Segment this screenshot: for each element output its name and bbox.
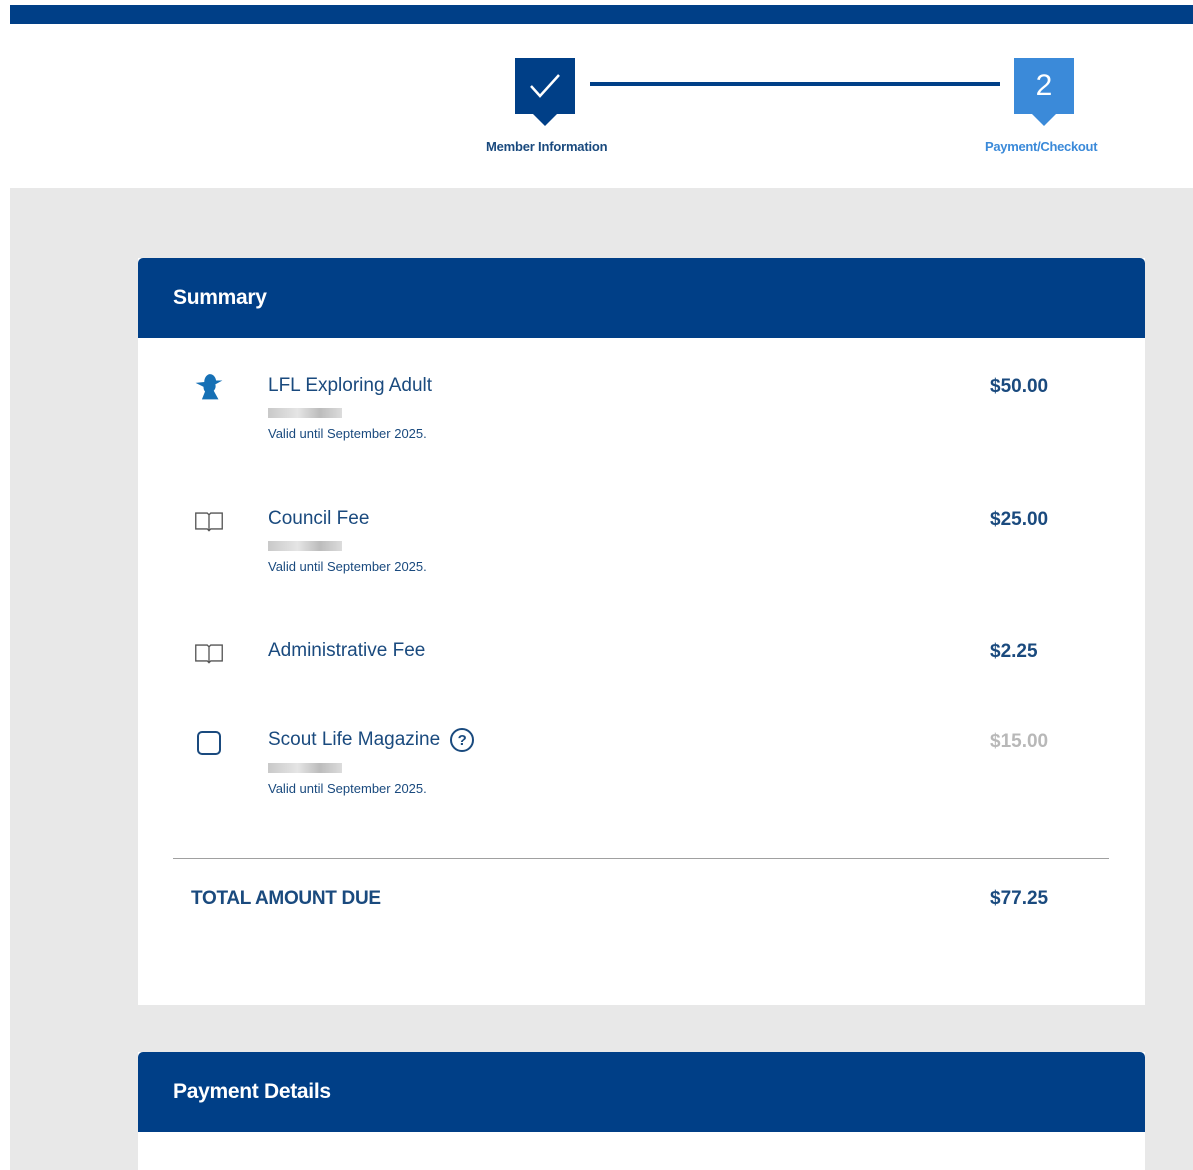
scout-silhouette-icon [194,373,224,400]
item-title-wrap: Scout Life Magazine ? [268,728,475,752]
payment-details-header: Payment Details [138,1052,1145,1132]
total-label: TOTAL AMOUNT DUE [191,888,381,909]
book-icon [194,640,224,666]
top-bar [0,0,1193,24]
item-valid: Valid until September 2025. [268,426,427,441]
summary-header: Summary [138,258,1145,338]
check-icon [530,74,560,98]
step-member-information[interactable] [515,58,575,126]
checkbox-box[interactable] [197,731,221,755]
item-price: $50.00 [990,376,1049,397]
page: 2 Member Information Payment/Checkout Su… [0,0,1193,1170]
item-price: $2.25 [990,641,1038,662]
item-sub-redacted [268,541,342,551]
item-price: $15.00 [990,731,1049,752]
item-title: Council Fee [268,508,370,529]
item-valid: Valid until September 2025. [268,781,427,796]
item-sub-redacted [268,408,342,418]
total-value: $77.25 [990,888,1049,909]
item-title: Administrative Fee [268,640,426,661]
step-label-payment-checkout[interactable]: Payment/Checkout [985,139,1098,154]
question-circle-icon[interactable]: ? [450,728,475,752]
item-price: $25.00 [990,509,1049,530]
item-title: LFL Exploring Adult [268,375,433,396]
item-title: Scout Life Magazine [268,729,441,750]
step-label-member-information[interactable]: Member Information [486,139,608,154]
top-bar-fill [10,5,1193,24]
magazine-checkbox[interactable] [194,730,224,756]
step-number: 2 [1035,69,1053,102]
stepper-connector [590,82,1000,86]
payment-details-card: Payment Details [138,1052,1145,1170]
summary-divider [173,858,1109,859]
summary-card: Summary LFL Exploring Adult Valid until … [138,258,1145,1005]
item-sub-redacted [268,763,342,773]
item-valid: Valid until September 2025. [268,559,427,574]
step-payment-checkout[interactable]: 2 [1014,58,1074,126]
book-icon [194,508,224,534]
